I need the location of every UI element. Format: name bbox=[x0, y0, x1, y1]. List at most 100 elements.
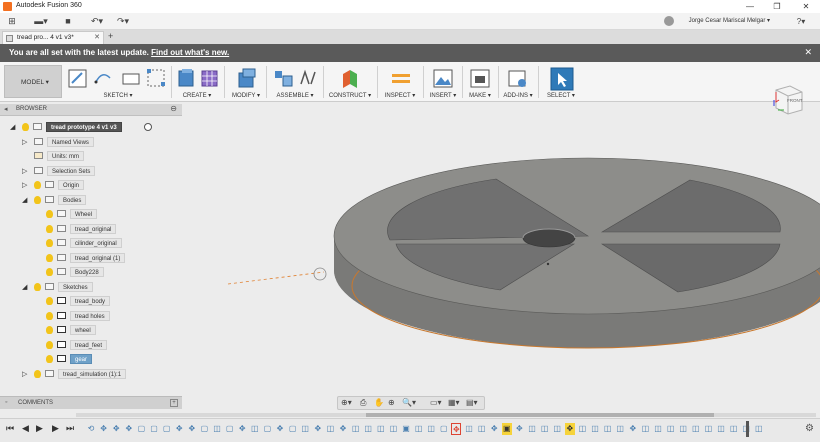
timeline-feature-icon[interactable]: ◫ bbox=[376, 423, 386, 435]
addins-menu[interactable]: ADD-INS ▾ bbox=[501, 92, 535, 99]
construct-group[interactable]: CONSTRUCT ▾ bbox=[326, 64, 374, 100]
visibility-bulb-icon[interactable] bbox=[46, 311, 53, 320]
collapse-arrow-icon[interactable]: ◢ bbox=[22, 196, 27, 204]
timeline-feature-icon[interactable]: ◫ bbox=[363, 423, 373, 435]
timeline-feature-icon[interactable]: ◫ bbox=[250, 423, 260, 435]
browser-node-label[interactable]: tread_feet bbox=[70, 339, 108, 350]
collapse-browser-icon[interactable]: ◂ bbox=[4, 105, 8, 113]
orbit-icon[interactable]: ⊕▾ bbox=[341, 398, 352, 407]
select-menu[interactable]: SELECT ▾ bbox=[541, 92, 581, 99]
comments-expand-icon[interactable]: ◦ bbox=[5, 399, 7, 406]
timeline-marker[interactable] bbox=[746, 421, 749, 437]
sketch-group[interactable]: SKETCH ▾ bbox=[66, 64, 170, 100]
document-tab[interactable]: tread pro... 4 v1 v3* ✕ bbox=[2, 31, 104, 44]
browser-node[interactable]: ▷ Selection Sets bbox=[0, 165, 182, 177]
browser-node[interactable]: gear bbox=[0, 353, 182, 365]
construct-menu[interactable]: CONSTRUCT ▾ bbox=[326, 92, 374, 99]
timeline-feature-icon[interactable]: ✥ bbox=[628, 423, 638, 435]
timeline-feature-icon[interactable]: ◫ bbox=[703, 423, 713, 435]
browser-node[interactable]: ◢ Bodies bbox=[0, 194, 182, 206]
user-account-menu[interactable]: Jorge Cesar Mariscal Melgar ▾ bbox=[689, 17, 770, 24]
browser-node-label[interactable]: tread holes bbox=[70, 310, 110, 321]
timeline-feature-icon[interactable]: ◫ bbox=[716, 423, 726, 435]
timeline-feature-icon[interactable]: ◫ bbox=[754, 423, 764, 435]
browser-node-label[interactable]: Selection Sets bbox=[47, 165, 96, 176]
browser-node-label[interactable]: tread_original (1) bbox=[70, 252, 126, 263]
browser-node[interactable]: wheel bbox=[0, 324, 182, 336]
browser-node-label[interactable]: Sketches bbox=[58, 281, 93, 292]
visibility-bulb-icon[interactable] bbox=[46, 326, 53, 334]
browser-node-label[interactable]: Wheel bbox=[70, 209, 98, 219]
timeline-feature-icon[interactable]: ◫ bbox=[325, 423, 335, 435]
browser-node[interactable]: cilinder_original bbox=[0, 237, 182, 249]
undo-icon[interactable]: ↶▾ bbox=[88, 15, 106, 28]
timeline-feature-icon[interactable]: ◫ bbox=[300, 423, 310, 435]
close-window-button[interactable]: ✕ bbox=[794, 0, 818, 13]
new-tab-button[interactable]: + bbox=[108, 31, 113, 41]
3d-viewport[interactable] bbox=[182, 102, 820, 418]
sketch-menu[interactable]: SKETCH ▾ bbox=[66, 92, 170, 99]
make-group[interactable]: MAKE ▾ bbox=[465, 64, 495, 100]
redo-icon[interactable]: ↷▾ bbox=[114, 15, 132, 28]
assemble-group[interactable]: ASSEMBLE ▾ bbox=[270, 64, 320, 100]
workspace-selector[interactable]: MODEL ▾ bbox=[4, 65, 62, 98]
expand-arrow-icon[interactable]: ▷ bbox=[22, 167, 27, 175]
browser-node-label[interactable]: tread_simulation (1):1 bbox=[58, 368, 127, 379]
browser-node-label[interactable]: cilinder_original bbox=[70, 238, 122, 248]
activate-component-icon[interactable] bbox=[144, 123, 152, 131]
pan-icon[interactable]: ✋ bbox=[374, 398, 384, 407]
visibility-bulb-icon[interactable] bbox=[34, 195, 41, 204]
timeline-feature-icon[interactable]: ◫ bbox=[464, 423, 474, 435]
browser-node[interactable]: Body228 bbox=[0, 266, 182, 278]
timeline-feature-icon[interactable]: ◫ bbox=[351, 423, 361, 435]
fit-icon[interactable]: 🔍▾ bbox=[402, 398, 416, 407]
modify-group[interactable]: MODIFY ▾ bbox=[228, 64, 264, 100]
timeline-feature-icon[interactable]: ◫ bbox=[691, 423, 701, 435]
visibility-bulb-icon[interactable] bbox=[46, 340, 53, 349]
timeline-feature-icon[interactable]: ◫ bbox=[477, 423, 487, 435]
view-cube[interactable]: FRONT bbox=[770, 80, 806, 116]
assemble-menu[interactable]: ASSEMBLE ▾ bbox=[270, 92, 320, 99]
timeline-feature-icon[interactable]: ▢ bbox=[262, 423, 272, 435]
whats-new-link[interactable]: Find out what's new. bbox=[151, 48, 229, 57]
visibility-bulb-icon[interactable] bbox=[34, 369, 41, 378]
browser-node-label[interactable]: tread_body bbox=[70, 296, 111, 306]
timeline-feature-icon[interactable]: ◫ bbox=[540, 423, 550, 435]
go-to-end-icon[interactable]: ⏭ bbox=[66, 423, 74, 434]
insert-group[interactable]: INSERT ▾ bbox=[426, 64, 460, 100]
help-icon[interactable]: ?▾ bbox=[793, 15, 809, 28]
timeline-feature-icon[interactable]: ✥ bbox=[111, 423, 121, 435]
data-panel-grid-icon[interactable]: ⊞ bbox=[6, 15, 18, 28]
create-group[interactable]: CREATE ▾ bbox=[174, 64, 220, 100]
timeline-feature-icon[interactable]: ◫ bbox=[653, 423, 663, 435]
browser-node-label[interactable]: Bodies bbox=[58, 194, 87, 205]
select-group[interactable]: SELECT ▾ bbox=[541, 64, 581, 100]
comments-panel[interactable]: ◦ COMMENTS + bbox=[0, 396, 182, 409]
add-comment-button[interactable]: + bbox=[170, 399, 178, 407]
visibility-bulb-icon[interactable] bbox=[46, 253, 53, 262]
timeline-feature-icon[interactable]: ▣ bbox=[401, 423, 411, 435]
timeline-feature-icon[interactable]: ✥ bbox=[237, 423, 247, 435]
look-at-icon[interactable]: ⎙ bbox=[360, 398, 366, 408]
browser-node[interactable]: ▷ Named Views bbox=[0, 136, 182, 148]
inspect-menu[interactable]: INSPECT ▾ bbox=[380, 92, 420, 99]
browser-node[interactable]: ▷ Origin bbox=[0, 179, 182, 191]
timeline-feature-icon[interactable]: ◫ bbox=[552, 423, 562, 435]
timeline-feature-icon[interactable]: ✥ bbox=[99, 423, 109, 435]
addins-group[interactable]: ADD-INS ▾ bbox=[501, 64, 535, 100]
timeline-feature-icon[interactable]: ◫ bbox=[590, 423, 600, 435]
timeline-feature-icon[interactable]: ◫ bbox=[388, 423, 398, 435]
timeline-feature-icon[interactable]: ▢ bbox=[288, 423, 298, 435]
browser-node[interactable]: ◢ Sketches bbox=[0, 281, 182, 293]
create-menu[interactable]: CREATE ▾ bbox=[174, 92, 220, 99]
timeline-feature-icon[interactable]: ▢ bbox=[136, 423, 146, 435]
timeline-feature-icon[interactable]: ◫ bbox=[577, 423, 587, 435]
timeline-feature-icon[interactable]: ◫ bbox=[212, 423, 222, 435]
timeline-feature-icon[interactable]: ✥ bbox=[174, 423, 184, 435]
minimize-button[interactable]: — bbox=[738, 0, 762, 13]
zoom-icon[interactable]: ⊕ bbox=[388, 398, 395, 407]
browser-pin-icon[interactable]: ⊖ bbox=[170, 104, 177, 113]
visibility-bulb-icon[interactable] bbox=[34, 181, 41, 189]
browser-node-label[interactable]: tread_original bbox=[70, 223, 117, 234]
visibility-bulb-icon[interactable] bbox=[46, 224, 53, 233]
